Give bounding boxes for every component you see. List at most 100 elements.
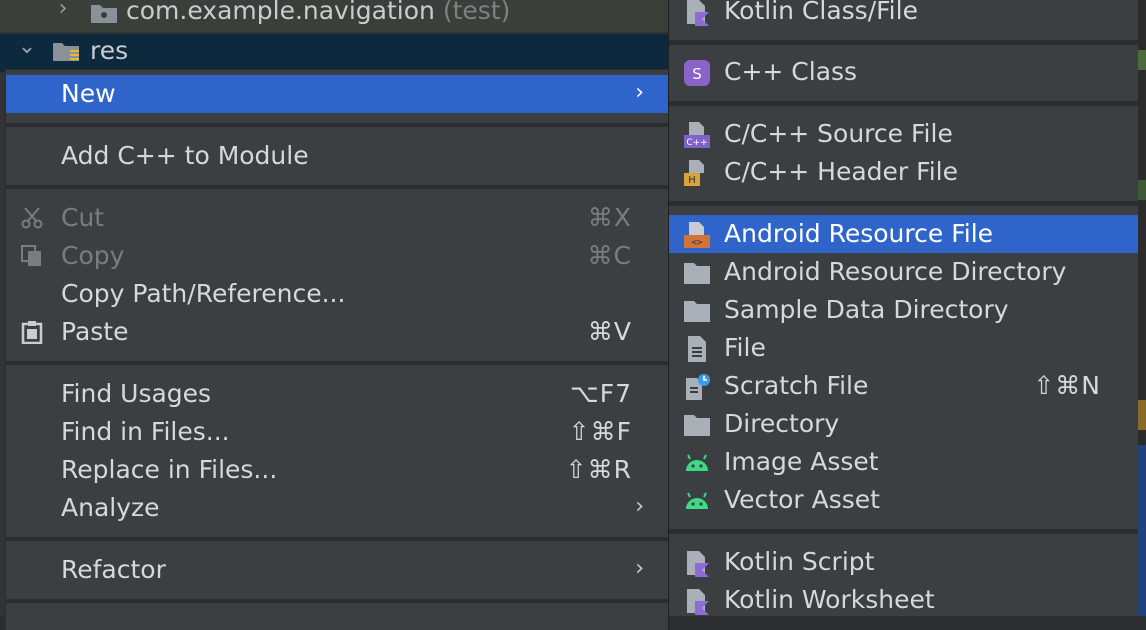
editor-gutter — [1138, 0, 1146, 616]
menu-item-find-in-files[interactable]: Find in Files... ⇧⌘F — [6, 413, 668, 451]
submenu-item-directory[interactable]: Directory — [669, 405, 1139, 443]
menu-separator — [6, 123, 668, 127]
submenu-item-label: Directory — [724, 409, 840, 438]
submenu-separator — [669, 40, 1139, 45]
menu-item-label: Copy — [61, 241, 125, 270]
menu-separator — [6, 361, 668, 365]
menu-item-analyze[interactable]: Analyze › — [6, 489, 668, 527]
submenu-arrow-icon: › — [635, 494, 644, 519]
menu-item-label: Cut — [61, 203, 105, 232]
cpp-class-icon: S — [684, 60, 710, 86]
menu-item-shortcut: ⇧⌘R — [565, 455, 632, 484]
clipboard-icon — [21, 321, 43, 344]
gutter-marker — [1138, 445, 1146, 616]
submenu-item-label: Vector Asset — [724, 485, 880, 514]
submenu-item-label: Android Resource Directory — [724, 257, 1067, 286]
tree-label-test-suffix: (test) — [442, 0, 511, 25]
collapse-arrow-icon[interactable]: ⌄ — [12, 34, 42, 59]
submenu-item-file[interactable]: File — [669, 329, 1139, 367]
menu-separator — [6, 599, 668, 603]
res-folder-icon — [53, 43, 79, 61]
menu-item-copy-path[interactable]: Copy Path/Reference... — [6, 275, 668, 313]
submenu-item-kotlin-class-file[interactable]: Kotlin Class/File — [669, 0, 1139, 30]
file-icon — [688, 336, 706, 362]
submenu-item-cpp-source-file[interactable]: C++ C/C++ Source File — [669, 115, 1139, 153]
folder-icon — [684, 263, 710, 284]
submenu-item-label: File — [724, 333, 766, 362]
submenu-item-android-resource-directory[interactable]: Android Resource Directory — [669, 253, 1139, 291]
android-icon — [686, 454, 708, 471]
submenu-item-label: C/C++ Source File — [724, 119, 953, 148]
menu-item-add-cpp-to-module[interactable]: Add C++ to Module — [6, 137, 668, 175]
tree-label-navigation: com.example.navigation — [126, 0, 435, 25]
menu-item-paste[interactable]: Paste ⌘V — [6, 313, 668, 351]
submenu-item-label: Android Resource File — [724, 219, 994, 248]
cpp-source-icon: C++ — [684, 122, 710, 148]
submenu-item-android-resource-file[interactable]: <> Android Resource File — [669, 215, 1139, 253]
kotlin-script-icon — [687, 551, 709, 577]
menu-item-shortcut: ⇧⌘F — [568, 417, 632, 446]
submenu-item-label: Scratch File — [724, 371, 869, 400]
submenu-item-label: C++ Class — [724, 57, 858, 86]
menu-separator — [6, 537, 668, 541]
menu-item-shortcut: ⌘C — [587, 241, 632, 270]
copy-icon — [21, 245, 41, 266]
new-submenu: Kotlin Class/File S C++ Class C++ C/C++ … — [668, 0, 1139, 616]
svg-text:<>: <> — [692, 238, 703, 248]
kotlin-file-icon — [687, 0, 709, 26]
submenu-item-image-asset[interactable]: Image Asset — [669, 443, 1139, 481]
svg-text:S: S — [692, 65, 702, 83]
submenu-item-label: Kotlin Worksheet — [724, 585, 935, 614]
menu-item-label: Refactor — [61, 555, 166, 584]
submenu-item-sample-data-directory[interactable]: Sample Data Directory — [669, 291, 1139, 329]
menu-item-label: New — [61, 79, 116, 108]
kotlin-worksheet-icon — [687, 589, 709, 615]
package-folder-icon — [91, 5, 117, 23]
submenu-separator — [669, 101, 1139, 106]
menu-item-shortcut: ⌥F7 — [569, 379, 632, 408]
folder-icon — [684, 301, 710, 322]
menu-separator — [6, 185, 668, 189]
scratch-file-icon — [686, 374, 710, 400]
svg-text:C++: C++ — [686, 138, 707, 148]
menu-item-refactor[interactable]: Refactor › — [6, 551, 668, 589]
submenu-item-scratch-file[interactable]: Scratch File ⇧⌘N — [669, 367, 1139, 405]
gutter-marker — [1138, 180, 1146, 200]
submenu-item-label: C/C++ Header File — [724, 157, 958, 186]
submenu-item-label: Kotlin Script — [724, 547, 875, 576]
menu-item-cut[interactable]: Cut ⌘X — [6, 199, 668, 237]
menu-item-find-usages[interactable]: Find Usages ⌥F7 — [6, 375, 668, 413]
menu-item-shortcut: ⌘V — [587, 317, 632, 346]
tree-row-navigation-test[interactable]: › com.example.navigation (test) — [0, 0, 668, 32]
menu-item-label: Analyze — [61, 493, 160, 522]
menu-item-replace-in-files[interactable]: Replace in Files... ⇧⌘R — [6, 451, 668, 489]
menu-item-shortcut: ⌘X — [587, 203, 632, 232]
menu-item-copy[interactable]: Copy ⌘C — [6, 237, 668, 275]
menu-item-new[interactable]: New › — [6, 75, 668, 113]
submenu-item-kotlin-worksheet[interactable]: Kotlin Worksheet — [669, 581, 1139, 619]
menu-item-label: Add C++ to Module — [61, 141, 309, 170]
context-menu: New › Add C++ to Module Cut ⌘X Copy ⌘C C… — [6, 70, 669, 630]
submenu-item-kotlin-script[interactable]: Kotlin Script — [669, 543, 1139, 581]
submenu-item-cpp-class[interactable]: S C++ Class — [669, 53, 1139, 91]
submenu-item-label: Image Asset — [724, 447, 879, 476]
submenu-arrow-icon: › — [635, 80, 644, 105]
resource-file-icon: <> — [684, 222, 710, 248]
submenu-item-cpp-header-file[interactable]: H C/C++ Header File — [669, 153, 1139, 191]
menu-item-label: Copy Path/Reference... — [61, 279, 346, 308]
menu-item-label: Paste — [61, 317, 129, 346]
scissors-icon — [21, 207, 43, 229]
submenu-separator — [669, 201, 1139, 206]
cpp-header-icon: H — [684, 160, 704, 186]
submenu-item-label: Sample Data Directory — [724, 295, 1009, 324]
menu-item-label: Find in Files... — [61, 417, 230, 446]
submenu-arrow-icon: › — [635, 556, 644, 581]
submenu-item-vector-asset[interactable]: Vector Asset — [669, 481, 1139, 519]
menu-item-label: Replace in Files... — [61, 455, 278, 484]
submenu-separator — [669, 529, 1139, 534]
svg-text:H: H — [688, 175, 696, 186]
folder-icon — [684, 415, 710, 436]
tree-row-res[interactable]: ⌄ res — [0, 34, 668, 72]
android-icon — [686, 492, 708, 509]
expand-arrow-icon[interactable]: › — [48, 0, 78, 21]
